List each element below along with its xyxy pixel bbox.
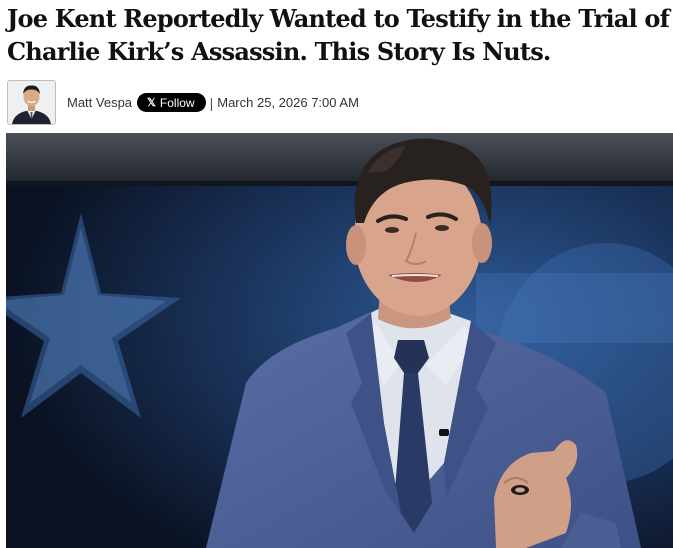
hero-image (6, 133, 673, 548)
headline-line-2: Charlie Kirk’s Assassin. This Story Is N… (7, 37, 551, 66)
author-name[interactable]: Matt Vespa (67, 95, 132, 110)
author-avatar[interactable] (7, 80, 56, 125)
article-headline: Joe Kent Reportedly Wanted to Testify in… (7, 2, 673, 68)
byline-separator: | (209, 94, 214, 111)
byline: Matt Vespa 𝕏 Follow | March 25, 2026 7:0… (7, 80, 359, 125)
publish-date: March 25, 2026 7:00 AM (217, 95, 359, 110)
x-logo-icon: 𝕏 (147, 97, 156, 109)
follow-button[interactable]: 𝕏 Follow (137, 93, 206, 112)
follow-label: Follow (159, 95, 195, 110)
headline-line-1: Joe Kent Reportedly Wanted to Testify in… (7, 4, 670, 33)
